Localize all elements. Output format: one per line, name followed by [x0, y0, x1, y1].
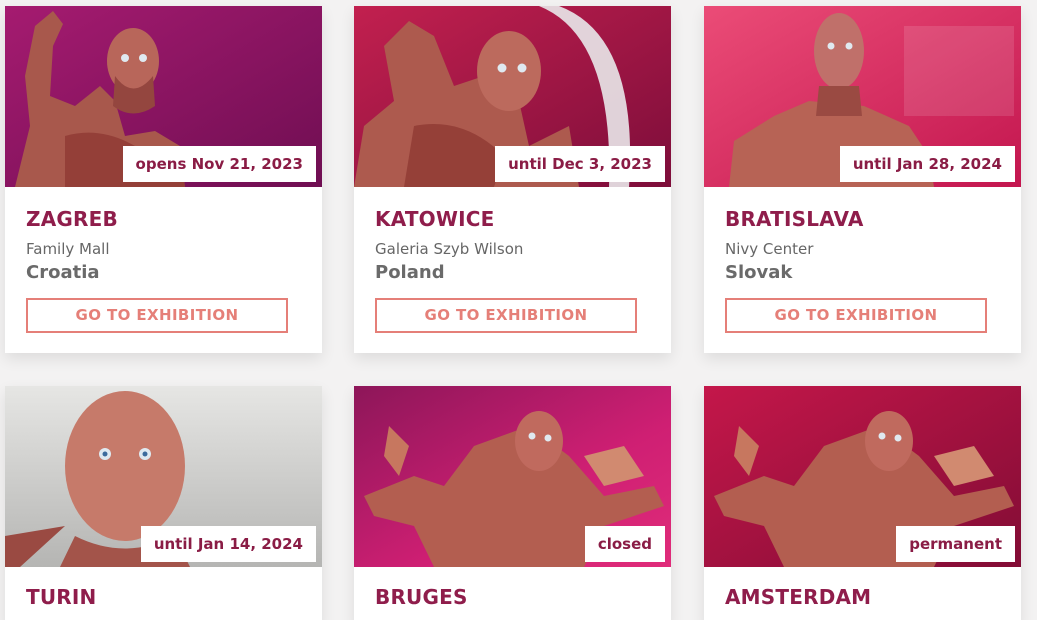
- exhibition-image[interactable]: until Jan 14, 2024: [5, 386, 322, 567]
- go-to-exhibition-button[interactable]: GO TO EXHIBITION: [725, 298, 987, 333]
- status-badge: until Jan 28, 2024: [839, 146, 1015, 182]
- exhibition-card-katowice[interactable]: until Dec 3, 2023 KATOWICE Galeria Szyb …: [354, 6, 671, 353]
- status-badge: until Dec 3, 2023: [495, 146, 665, 182]
- country-name: Poland: [375, 262, 445, 283]
- city-name: AMSTERDAM: [725, 585, 872, 609]
- city-name: TURIN: [26, 585, 97, 609]
- status-badge: until Jan 14, 2024: [140, 526, 316, 562]
- exhibition-card-turin[interactable]: until Jan 14, 2024 TURIN: [5, 386, 322, 620]
- city-name: ZAGREB: [26, 207, 118, 231]
- exhibition-card-amsterdam[interactable]: permanent AMSTERDAM: [704, 386, 1021, 620]
- city-name: KATOWICE: [375, 207, 495, 231]
- exhibition-image[interactable]: closed: [354, 386, 671, 567]
- go-to-exhibition-button[interactable]: GO TO EXHIBITION: [26, 298, 288, 333]
- exhibition-image[interactable]: permanent: [704, 386, 1021, 567]
- status-badge: permanent: [896, 526, 1015, 562]
- status-badge: closed: [584, 526, 665, 562]
- status-badge: opens Nov 21, 2023: [122, 146, 316, 182]
- exhibition-image[interactable]: until Jan 28, 2024: [704, 6, 1021, 187]
- exhibition-card-bruges[interactable]: closed BRUGES: [354, 386, 671, 620]
- venue-name: Family Mall: [26, 240, 110, 258]
- exhibition-image[interactable]: opens Nov 21, 2023: [5, 6, 322, 187]
- exhibition-card-zagreb[interactable]: opens Nov 21, 2023 ZAGREB Family Mall Cr…: [5, 6, 322, 353]
- country-name: Slovak: [725, 262, 793, 283]
- exhibition-image[interactable]: until Dec 3, 2023: [354, 6, 671, 187]
- venue-name: Galeria Szyb Wilson: [375, 240, 524, 258]
- city-name: BRUGES: [375, 585, 468, 609]
- city-name: BRATISLAVA: [725, 207, 864, 231]
- go-to-exhibition-button[interactable]: GO TO EXHIBITION: [375, 298, 637, 333]
- country-name: Croatia: [26, 262, 100, 283]
- exhibition-card-bratislava[interactable]: until Jan 28, 2024 BRATISLAVA Nivy Cente…: [704, 6, 1021, 353]
- venue-name: Nivy Center: [725, 240, 814, 258]
